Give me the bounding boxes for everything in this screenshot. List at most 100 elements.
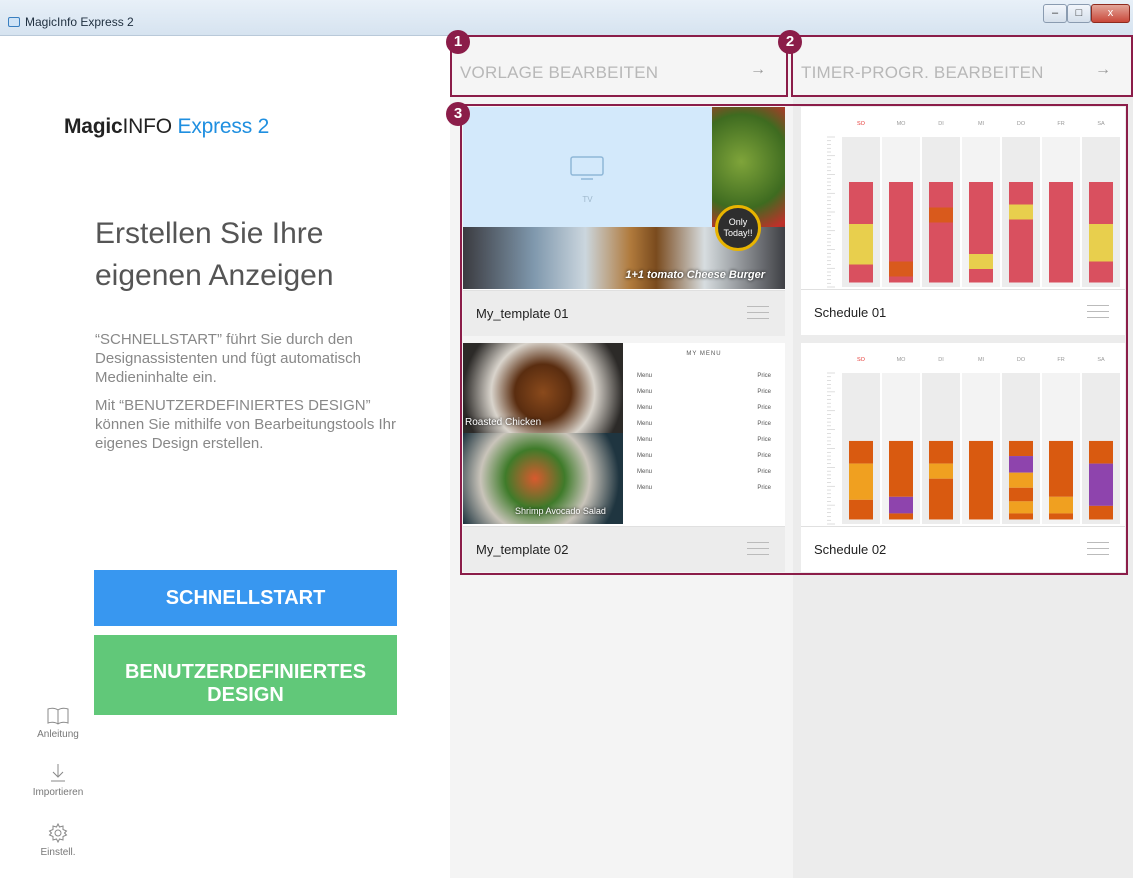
custom-design-button[interactable]: BENUTZERDEFINIERTES DESIGN (94, 635, 397, 715)
import-tool[interactable]: Importieren (28, 762, 88, 798)
window-titlebar: MagicInfo Express 2 – □ x (0, 0, 1133, 36)
shrimp-caption: Shrimp Avocado Salad (515, 506, 606, 516)
schedule-block (889, 182, 913, 262)
schedule-card[interactable]: SO MO DI MI DO FR SA Schedule 01 (801, 107, 1125, 335)
template-footer: My_template 01 (463, 290, 785, 336)
logo-express: Express 2 (177, 115, 270, 138)
quickstart-button[interactable]: SCHNELLSTART (94, 570, 397, 626)
schedule-block (929, 207, 953, 223)
menu-item-price: Price (757, 453, 771, 459)
template-thumbnail: TV Only Today!! 1+1 tomato Cheese Burger (463, 107, 785, 290)
day-label: FR (1057, 357, 1064, 363)
schedule-block (1089, 182, 1113, 224)
template-name: My_template 01 (476, 306, 569, 321)
menu-row: Menu Price (637, 469, 771, 475)
schedule-card[interactable]: SO MO DI MI DO FR SA Schedule 02 (801, 343, 1125, 572)
close-button[interactable]: x (1091, 4, 1130, 23)
template-footer: My_template 02 (463, 526, 785, 572)
schedule-block (1089, 505, 1113, 520)
menu-row: Menu Price (637, 373, 771, 379)
template-name: My_template 02 (476, 542, 569, 557)
schedule-block (969, 254, 993, 269)
app-logo: MagicINFO Express 2 (64, 115, 269, 139)
day-label: DI (938, 357, 944, 363)
window-title: MagicInfo Express 2 (25, 15, 134, 29)
import-label: Importieren (32, 787, 84, 798)
burger-caption: 1+1 tomato Cheese Burger (625, 269, 765, 281)
schedule-block (929, 440, 953, 464)
maximize-button[interactable]: □ (1067, 4, 1091, 23)
schedule-block (1049, 513, 1073, 520)
day-label: SA (1097, 357, 1105, 363)
menu-item-price: Price (757, 389, 771, 395)
schedule-block (1089, 261, 1113, 283)
schedule-block (849, 264, 873, 283)
day-label: SA (1097, 121, 1105, 127)
schedule-thumbnail: SO MO DI MI DO FR SA (827, 121, 1120, 288)
schedule-block (1049, 496, 1073, 514)
menu-title: MY MENU (686, 351, 722, 357)
edit-template-button[interactable]: VORLAGE BEARBEITEN → (450, 35, 788, 97)
day-label: MO (897, 121, 907, 127)
schedule-block (1009, 440, 1033, 457)
schedule-block (889, 513, 913, 520)
day-label: MI (978, 357, 985, 363)
schedule-footer: Schedule 01 (801, 289, 1125, 335)
schedule-block (1049, 440, 1073, 497)
schedule-block (929, 222, 953, 283)
minimize-button[interactable]: – (1043, 4, 1067, 23)
schedule-thumbnail: SO MO DI MI DO FR SA (827, 357, 1120, 525)
schedule-block (929, 478, 953, 520)
schedule-block (849, 463, 873, 500)
schedule-block (1049, 182, 1073, 283)
schedule-block (889, 276, 913, 283)
day-label: MI (978, 121, 985, 127)
headline: Erstellen Sie Ihre eigenen Anzeigen (95, 217, 334, 292)
schedule-block (929, 463, 953, 479)
hamburger-menu-icon[interactable] (1087, 542, 1109, 556)
schedule-block (969, 269, 993, 283)
chicken-caption: Roasted Chicken (465, 417, 542, 428)
schedule-block (1009, 182, 1033, 205)
day-label: DO (1017, 121, 1026, 127)
template-card[interactable]: Roasted Chicken Shrimp Avocado Salad MY … (463, 343, 785, 572)
menu-row: Menu Price (637, 421, 771, 427)
menu-item-name: Menu (637, 389, 653, 395)
schedule-block (889, 440, 913, 497)
menu-row: Menu Price (637, 389, 771, 395)
download-icon (51, 764, 65, 782)
menu-row: Menu Price (637, 453, 771, 459)
hamburger-menu-icon[interactable] (747, 542, 769, 556)
step-badge: 3 (446, 102, 470, 126)
menu-item-name: Menu (637, 453, 653, 459)
day-label: DO (1017, 357, 1026, 363)
book-icon (47, 707, 69, 725)
edit-template-label: VORLAGE BEARBEITEN (460, 63, 659, 82)
schedule-block (849, 440, 873, 464)
schedule-block (1009, 513, 1033, 520)
app-icon (8, 17, 20, 27)
schedule-block (1089, 440, 1113, 464)
template-card[interactable]: TV Only Today!! 1+1 tomato Cheese Burger… (463, 107, 785, 336)
menu-item-price: Price (757, 405, 771, 411)
menu-row: Menu Price (637, 485, 771, 491)
day-label: DI (938, 121, 944, 127)
day-label: SO (857, 357, 866, 363)
menu-item-price: Price (757, 485, 771, 491)
menu-item-name: Menu (637, 485, 653, 491)
hamburger-menu-icon[interactable] (1087, 305, 1109, 319)
hamburger-menu-icon[interactable] (747, 306, 769, 320)
schedule-block (1009, 204, 1033, 220)
schedule-block (849, 182, 873, 224)
menu-item-name: Menu (637, 421, 653, 427)
menu-row: Menu Price (637, 437, 771, 443)
day-label: MO (897, 357, 907, 363)
schedule-block (1009, 487, 1033, 502)
guide-tool[interactable]: Anleitung (28, 706, 88, 740)
settings-label: Einstell. (40, 847, 76, 858)
tv-label: TV (582, 195, 593, 204)
schedule-block (849, 499, 873, 520)
settings-tool[interactable]: Einstell. (28, 822, 88, 858)
edit-timer-button[interactable]: TIMER-PROGR. BEARBEITEN → (791, 35, 1133, 97)
schedule-block (969, 440, 993, 520)
